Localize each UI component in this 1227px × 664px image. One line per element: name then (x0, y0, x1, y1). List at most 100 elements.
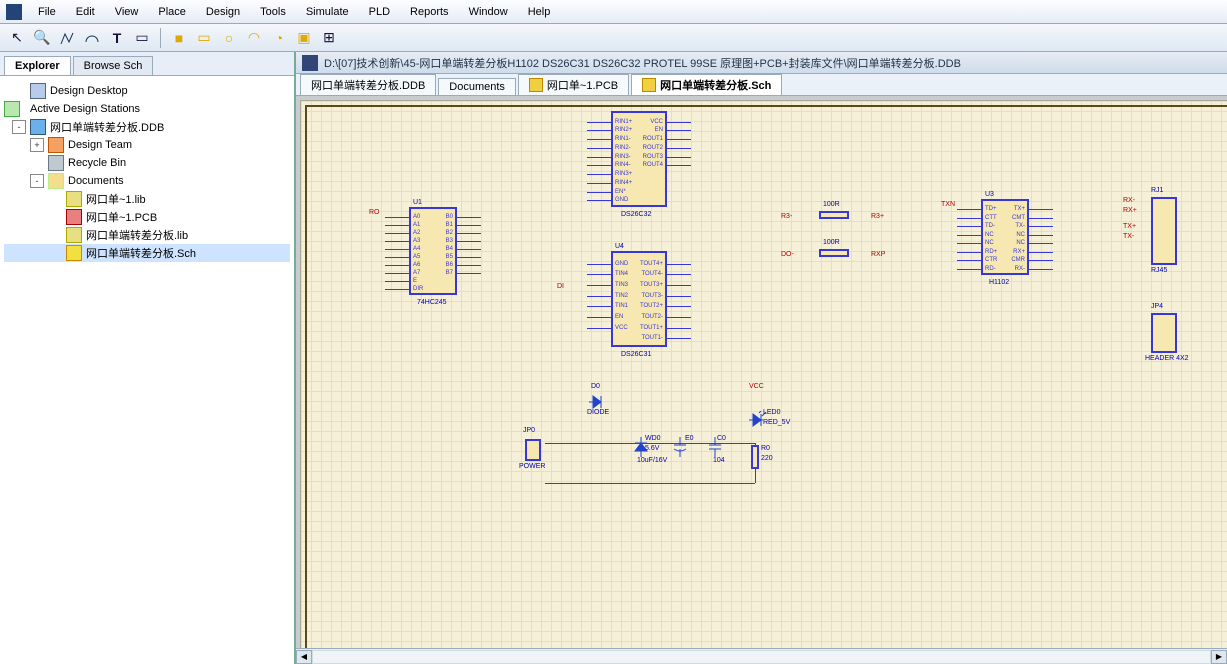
arc2-icon[interactable]: ◠ (243, 27, 265, 49)
type-jp0: POWER (519, 463, 545, 470)
tree-label: Documents (68, 175, 124, 187)
tree-node-2[interactable]: -网口单端转差分板.DDB (4, 118, 290, 136)
pad-icon[interactable]: ▣ (293, 27, 315, 49)
expand-icon[interactable]: - (30, 174, 44, 188)
tab-pcb[interactable]: 网口单~1.PCB (518, 74, 629, 95)
net-rxminus: RX- (1123, 197, 1135, 204)
tab-documents[interactable]: Documents (438, 78, 516, 95)
sch-icon (66, 245, 82, 261)
menu-pld[interactable]: PLD (361, 3, 398, 21)
project-tree[interactable]: Design DesktopActive Design Stations-网口单… (0, 76, 294, 664)
resistor-r0[interactable] (751, 445, 759, 469)
pcb-icon (529, 78, 543, 92)
resistor-r3[interactable] (819, 249, 849, 257)
fold-icon (48, 173, 64, 189)
zoom-icon[interactable]: 🔍 (31, 27, 53, 49)
grid-icon[interactable]: ⊞ (318, 27, 340, 49)
horizontal-scrollbar[interactable]: ◀ ▶ (296, 648, 1227, 664)
schematic-sheet[interactable]: U1 74HC245 A0A1A2A3A4A5A6A7EDIRB0B1B2B3B… (300, 100, 1227, 648)
tree-node-8[interactable]: 网口单端转差分板.lib (4, 226, 290, 244)
tab-explorer[interactable]: Explorer (4, 56, 71, 75)
rect-fill-icon[interactable]: ■ (168, 27, 190, 49)
ref-r0: R0 (761, 445, 770, 452)
val-c0: 104 (713, 457, 725, 464)
wire-power-bot (545, 483, 755, 484)
tree-node-1[interactable]: Active Design Stations (4, 100, 290, 118)
cursor-icon[interactable]: ↖ (6, 27, 28, 49)
menu-help[interactable]: Help (520, 3, 559, 21)
val-100r-1: 100R (823, 201, 840, 208)
tree-node-0[interactable]: Design Desktop (4, 82, 290, 100)
menu-window[interactable]: Window (461, 3, 516, 21)
chip-u4[interactable]: U3 H1102 TD+CTTTD-NCNCRD+CTRRD-TX+CMTTX-… (981, 199, 1029, 275)
net-txminus: TX- (1123, 233, 1134, 240)
chip-u3[interactable]: U4 DS26C31 GNDTIN4TIN3TIN2TIN1ENVCCTOUT4… (611, 251, 667, 347)
net-txplus: TX+ (1123, 223, 1136, 230)
circle-icon[interactable]: ○ (218, 27, 240, 49)
bin-icon (48, 155, 64, 171)
tab-ddb[interactable]: 网口单端转差分板.DDB (300, 74, 436, 95)
menu-place[interactable]: Place (150, 3, 194, 21)
scroll-right-icon[interactable]: ▶ (1211, 650, 1227, 664)
tree-node-5[interactable]: - Documents (4, 172, 290, 190)
tree-label: Active Design Stations (30, 103, 140, 115)
net-icon (4, 101, 20, 117)
tree-node-9[interactable]: 网口单端转差分板.Sch (4, 244, 290, 262)
ref-e0: E0 (685, 435, 694, 442)
tree-label: 网口单~1.PCB (86, 209, 157, 225)
menu-file[interactable]: File (30, 3, 64, 21)
menu-tools[interactable]: Tools (252, 3, 294, 21)
menu-simulate[interactable]: Simulate (298, 3, 357, 21)
schematic-viewport[interactable]: U1 74HC245 A0A1A2A3A4A5A6A7EDIRB0B1B2B3B… (296, 96, 1227, 648)
arc-icon[interactable] (81, 27, 103, 49)
header-rj45[interactable] (1151, 197, 1177, 265)
net-ro: RO (369, 209, 380, 216)
type-u2: DS26C32 (621, 211, 651, 218)
resistor-r1[interactable] (819, 211, 849, 219)
header-power[interactable] (525, 439, 541, 461)
document-titlebar: D:\[07]技术创新\45-网口单端转差分板H1102 DS26C31 DS2… (296, 52, 1227, 74)
menu-view[interactable]: View (107, 3, 147, 21)
chip-u2[interactable]: DS26C32 RIN1+RIN2+RIN1-RIN2-RIN3-RIN4-RI… (611, 111, 667, 207)
pc-icon (30, 83, 46, 99)
type-u1: 74HC245 (417, 299, 447, 306)
menu-edit[interactable]: Edit (68, 3, 103, 21)
expand-icon[interactable]: + (30, 138, 44, 152)
chip-u1[interactable]: U1 74HC245 A0A1A2A3A4A5A6A7EDIRB0B1B2B3B… (409, 207, 457, 295)
menu-reports[interactable]: Reports (402, 3, 457, 21)
tree-label: 网口单端转差分板.lib (86, 227, 188, 243)
scroll-track[interactable] (312, 650, 1211, 664)
tree-label: Design Desktop (50, 85, 128, 97)
component-icon[interactable]: ▭ (131, 27, 153, 49)
tree-node-3[interactable]: +Design Team (4, 136, 290, 154)
pie-icon[interactable]: ◔ (268, 27, 290, 49)
type-u4: H1102 (989, 279, 1009, 286)
ref-jp4: JP4 (1151, 303, 1163, 310)
ref-jp0: JP0 (523, 427, 535, 434)
sheet-border (305, 105, 1227, 648)
ref-u3: U4 (615, 243, 624, 250)
sch-icon (642, 78, 656, 92)
pcb-icon (66, 209, 82, 225)
ref-u1: U1 (413, 199, 422, 206)
net-r3plus: R3+ (871, 213, 884, 220)
text-icon[interactable]: T (106, 27, 128, 49)
ref-rj1: RJ1 (1151, 187, 1163, 194)
expand-icon[interactable]: - (12, 120, 26, 134)
polyline-icon[interactable] (56, 27, 78, 49)
header-jp4[interactable] (1151, 313, 1177, 353)
document-path: D:\[07]技术创新\45-网口单端转差分板H1102 DS26C31 DS2… (324, 55, 961, 71)
tab-sch[interactable]: 网口单端转差分板.Sch (631, 74, 782, 95)
tree-node-4[interactable]: Recycle Bin (4, 154, 290, 172)
tree-node-6[interactable]: 网口单~1.lib (4, 190, 290, 208)
diode-d0[interactable] (589, 395, 607, 409)
tree-node-7[interactable]: 网口单~1.PCB (4, 208, 290, 226)
scroll-left-icon[interactable]: ◀ (296, 650, 312, 664)
tab-browse-sch[interactable]: Browse Sch (73, 56, 154, 75)
menu-bar: File Edit View Place Design Tools Simula… (0, 0, 1227, 24)
val-e0: 10uF/16V (637, 457, 667, 464)
type-u3: DS26C31 (621, 351, 651, 358)
rect-icon[interactable]: ▭ (193, 27, 215, 49)
menu-design[interactable]: Design (198, 3, 248, 21)
type-jp4: HEADER 4X2 (1145, 355, 1189, 362)
